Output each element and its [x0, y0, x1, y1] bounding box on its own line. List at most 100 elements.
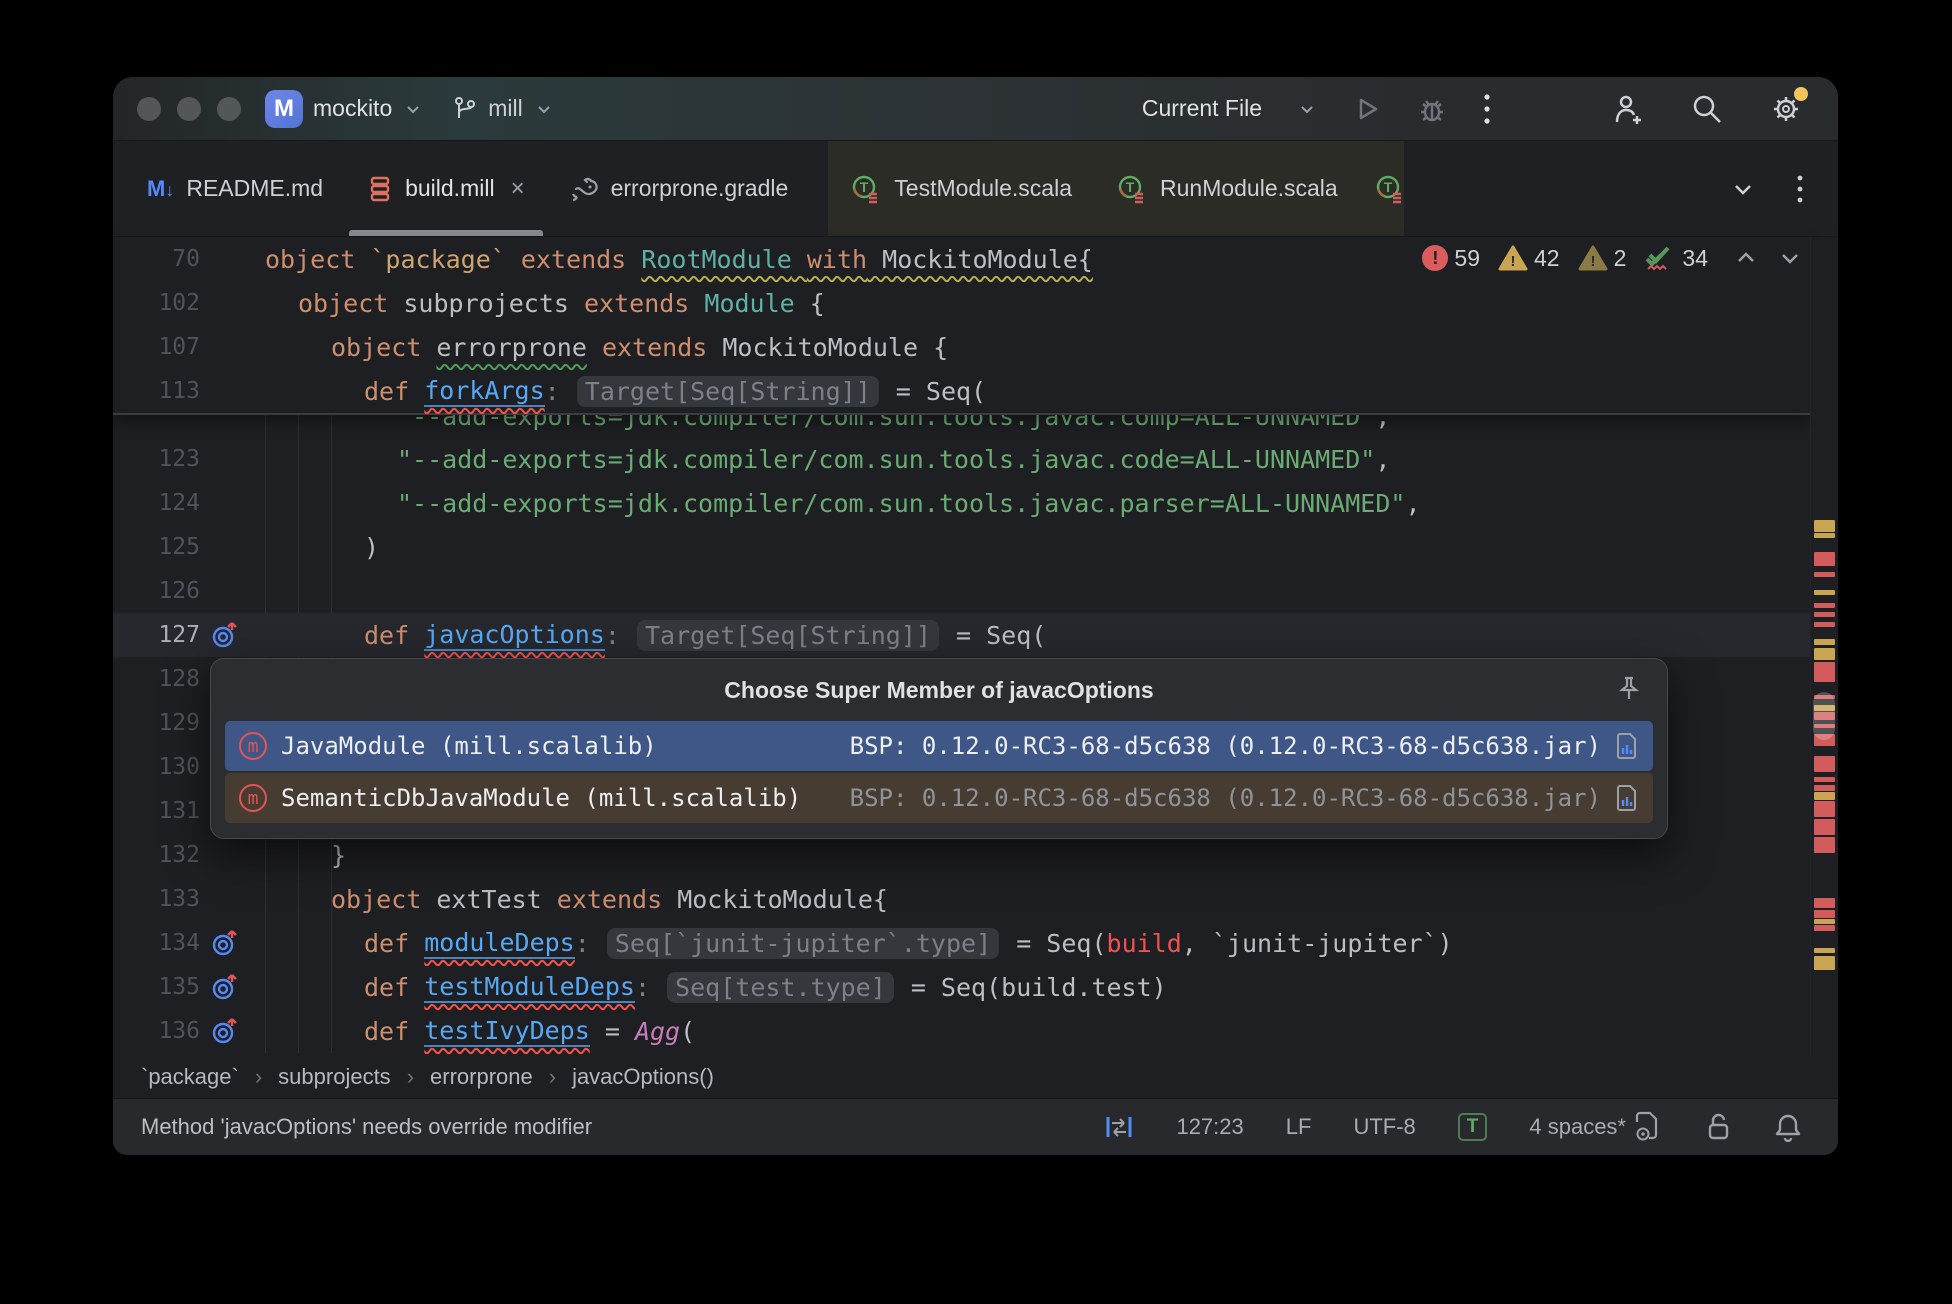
method-icon: m	[239, 784, 267, 812]
indent-style[interactable]: 4 spaces*	[1529, 1114, 1626, 1140]
chevron-down-icon[interactable]	[1296, 98, 1318, 120]
super-member-option[interactable]: mSemanticDbJavaModule (mill.scalalib)BSP…	[225, 773, 1653, 823]
hidden-tabs-chevron-icon[interactable]	[1730, 176, 1756, 202]
warning-stripe-mark[interactable]	[1814, 792, 1835, 800]
popup-title: Choose Super Member of javacOptions	[724, 677, 1153, 704]
warning-stripe-mark[interactable]	[1814, 948, 1835, 953]
error-stripe-scrollbar[interactable]	[1810, 237, 1838, 1056]
error-stripe-mark[interactable]	[1814, 603, 1835, 608]
warning-stripe-mark[interactable]	[1814, 919, 1835, 924]
override-icon[interactable]	[200, 972, 265, 1002]
indent-sync-icon[interactable]	[1104, 1112, 1134, 1142]
breadcrumb-item[interactable]: errorprone	[430, 1064, 533, 1090]
super-member-option[interactable]: mJavaModule (mill.scalalib)BSP: 0.12.0-R…	[225, 721, 1653, 771]
vcs-branch-name[interactable]: mill	[488, 95, 523, 122]
close-window-button[interactable]	[137, 97, 161, 121]
tab-partial[interactable]: T	[1360, 141, 1404, 236]
gutter	[200, 415, 265, 437]
project-name[interactable]: mockito	[313, 95, 392, 122]
warning-stripe-mark[interactable]	[1814, 590, 1835, 595]
error-stripe-mark[interactable]	[1814, 662, 1835, 682]
pin-icon[interactable]	[1615, 675, 1643, 703]
line-separator[interactable]: LF	[1286, 1114, 1312, 1140]
run-icon[interactable]	[1352, 94, 1382, 124]
code-line-135: 135def testModuleDeps: Seq[test.type] = …	[113, 965, 1810, 1009]
error-stripe-mark[interactable]	[1814, 819, 1835, 835]
minimize-window-button[interactable]	[177, 97, 201, 121]
traffic-lights	[137, 97, 241, 121]
settings-gear-icon[interactable]	[1768, 91, 1804, 127]
tab-build-mill[interactable]: build.mill×	[345, 141, 547, 236]
tab-errorprone-gradle[interactable]: errorprone.gradle	[547, 141, 811, 236]
breadcrumb: `package`›subprojects›errorprone›javacOp…	[113, 1056, 1838, 1098]
error-stripe-mark[interactable]	[1814, 622, 1835, 627]
error-stripe-mark[interactable]	[1814, 910, 1835, 918]
error-icon[interactable]: !	[1422, 245, 1448, 271]
member-location: BSP: 0.12.0-RC3-68-d5c638 (0.12.0-RC3-68…	[850, 732, 1601, 760]
line-number: 123	[113, 446, 200, 472]
caret-position[interactable]: 127:23	[1176, 1114, 1243, 1140]
weak-warning-icon[interactable]: !	[1578, 245, 1608, 271]
override-icon[interactable]	[200, 620, 265, 650]
override-icon[interactable]	[200, 1016, 265, 1046]
search-icon[interactable]	[1690, 92, 1724, 126]
notification-dot	[1794, 87, 1808, 101]
warning-stripe-mark[interactable]	[1814, 520, 1835, 532]
breadcrumb-item[interactable]: subprojects	[278, 1064, 391, 1090]
override-icon[interactable]	[200, 928, 265, 958]
chevron-down-icon[interactable]	[533, 98, 555, 120]
breadcrumb-item[interactable]: `package`	[141, 1064, 239, 1090]
error-stripe-mark[interactable]	[1814, 898, 1835, 908]
breadcrumb-item[interactable]: javacOptions()	[572, 1064, 714, 1090]
svg-text:T: T	[1126, 179, 1135, 195]
tab-label: RunModule.scala	[1160, 175, 1338, 202]
warning-icon[interactable]: !	[1498, 245, 1528, 271]
editor-area[interactable]: "--add-exports=jdk.compiler/com.sun.tool…	[113, 237, 1838, 1056]
next-problem-chevron-icon[interactable]	[1778, 246, 1802, 270]
debug-icon[interactable]	[1416, 93, 1448, 125]
warning-stripe-mark[interactable]	[1814, 533, 1835, 538]
error-stripe-mark[interactable]	[1814, 552, 1835, 566]
editor-tab-bar: M↓README.mdbuild.mill×errorprone.gradle …	[113, 141, 1838, 237]
run-configuration-selector[interactable]: Current File	[1142, 95, 1262, 122]
tab-runmodule-scala[interactable]: T RunModule.scala	[1094, 141, 1360, 236]
more-actions-kebab-icon[interactable]	[1482, 92, 1492, 126]
warning-stripe-mark[interactable]	[1814, 639, 1835, 645]
error-stripe-mark[interactable]	[1814, 801, 1835, 817]
code-text: "--add-exports=jdk.compiler/com.sun.tool…	[265, 415, 1390, 437]
chevron-down-icon[interactable]	[402, 98, 424, 120]
bell-icon[interactable]	[1774, 1112, 1802, 1142]
member-name: SemanticDbJavaModule (mill.scalalib)	[281, 784, 801, 812]
breadcrumb-separator: ›	[549, 1064, 556, 1090]
error-stripe-mark[interactable]	[1814, 925, 1835, 931]
inspections-widget[interactable]: ! 59 ! 42 ! 2 34	[1422, 243, 1802, 273]
close-icon[interactable]: ×	[511, 175, 525, 203]
code-line-125: 125)	[113, 525, 1810, 569]
tab-testmodule-scala[interactable]: TTestModule.scala	[828, 141, 1094, 236]
zoom-window-button[interactable]	[217, 97, 241, 121]
code-line-127: 127def javacOptions: Target[Seq[String]]…	[113, 613, 1810, 657]
checks-passed-icon[interactable]	[1644, 243, 1676, 273]
type-aware-highlighting-badge[interactable]: T	[1458, 1113, 1488, 1141]
tab-options-kebab-icon[interactable]	[1796, 173, 1804, 205]
previous-problem-chevron-icon[interactable]	[1734, 246, 1758, 270]
error-stripe-mark[interactable]	[1814, 572, 1835, 577]
lock-open-icon[interactable]	[1704, 1112, 1732, 1142]
scrollbar-thumb[interactable]	[1813, 692, 1835, 740]
error-stripe-mark[interactable]	[1814, 612, 1835, 617]
svg-text:!: !	[1590, 253, 1595, 270]
line-number: 127	[113, 622, 200, 648]
error-stripe-mark[interactable]	[1814, 837, 1835, 853]
warning-stripe-mark[interactable]	[1814, 648, 1835, 660]
code-style-file-gear-icon[interactable]	[1634, 1111, 1662, 1143]
file-encoding[interactable]: UTF-8	[1353, 1114, 1415, 1140]
code-with-me-add-user-icon[interactable]	[1612, 92, 1646, 126]
line-number: 133	[113, 886, 200, 912]
warning-stripe-mark[interactable]	[1814, 956, 1835, 970]
error-stripe-mark[interactable]	[1814, 756, 1835, 772]
error-stripe-mark[interactable]	[1814, 785, 1835, 791]
tab-readme-md[interactable]: M↓README.md	[125, 141, 345, 236]
svg-text:T: T	[1383, 179, 1392, 195]
breadcrumb-separator: ›	[255, 1064, 262, 1090]
error-stripe-mark[interactable]	[1814, 777, 1835, 782]
